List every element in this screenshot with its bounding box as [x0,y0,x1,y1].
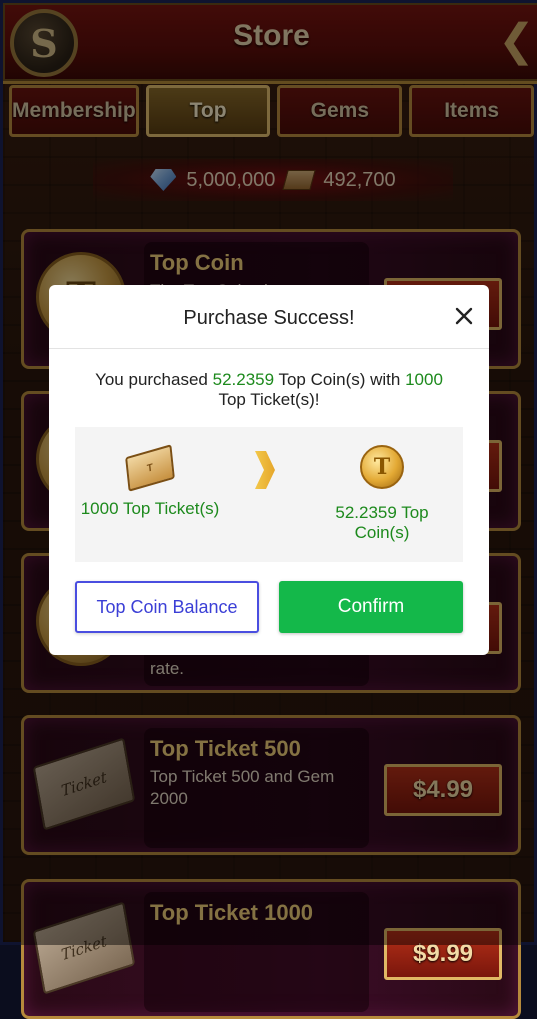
confirm-button[interactable]: Confirm [279,581,463,633]
to-label: 52.2359 Top Coin(s) [335,503,429,542]
top-ticket-icon: T [125,444,175,492]
exchange-to: T 52.2359 Top Coin(s) [307,445,457,543]
top-coin-icon: T [360,445,404,489]
arrow-right-icon [255,451,275,489]
message-suffix: Top Ticket(s)! [218,390,320,409]
ticket-amount: 1000 [405,370,443,389]
top-coin-balance-button[interactable]: Top Coin Balance [75,581,259,633]
coin-amount: 52.2359 [212,370,275,389]
dialog-header: Purchase Success! [49,285,489,349]
dialog-title: Purchase Success! [183,307,355,329]
purchase-message: You purchased 52.2359 Top Coin(s) with 1… [49,370,489,410]
purchase-success-dialog: Purchase Success! You purchased 52.2359 … [49,285,489,655]
exchange-summary: T 1000 Top Ticket(s) T 52.2359 Top Coin(… [75,427,463,562]
message-middle: Top Coin(s) with [274,370,406,389]
message-prefix: You purchased [95,370,213,389]
close-icon[interactable] [451,303,477,329]
from-label: 1000 Top Ticket(s) [80,499,220,518]
exchange-from: T 1000 Top Ticket(s) [75,444,225,519]
